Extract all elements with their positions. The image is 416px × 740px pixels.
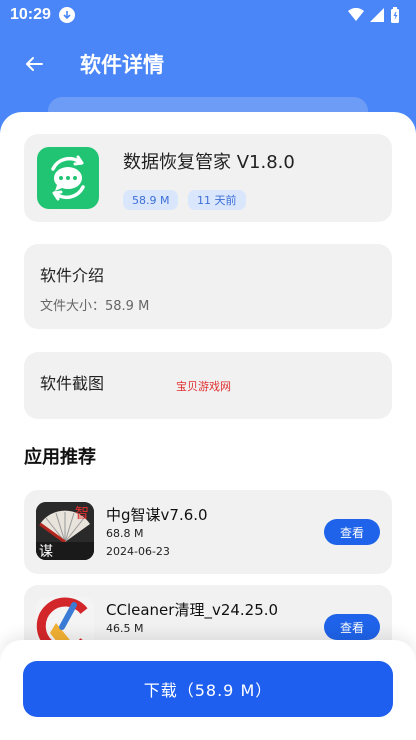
arrow-left-icon <box>26 57 43 71</box>
app-info-card: 数据恢复管家 V1.8.0 58.9 M 11 天前 <box>24 134 392 222</box>
watermark-text: 宝贝游戏网 <box>176 380 231 393</box>
status-bar: 10:29 <box>0 0 416 30</box>
signal-icon <box>370 8 384 22</box>
download-button[interactable]: 下载（58.9 M） <box>23 661 393 717</box>
status-time: 10:29 <box>10 6 51 23</box>
page-title: 软件详情 <box>80 53 164 77</box>
recommend-title: 应用推荐 <box>24 447 96 468</box>
download-notification-icon <box>58 7 75 23</box>
app-icon <box>37 147 99 209</box>
top-nav: 软件详情 <box>0 42 416 86</box>
screenshots-card: 软件截图 宝贝游戏网 <box>24 352 392 419</box>
recommend-name: CCleaner清理_v24.25.0 <box>106 601 279 619</box>
intro-title: 软件介绍 <box>40 266 105 285</box>
recommend-size: 68.8 M <box>106 527 144 540</box>
updated-badge: 11 天前 <box>188 190 246 210</box>
svg-text:谋: 谋 <box>39 544 53 560</box>
recommend-date: 2024-06-23 <box>106 545 170 558</box>
recommend-item[interactable]: 智 谋 中g智谋v7.6.0 68.8 M 2024-06-23 查看 <box>24 490 392 574</box>
size-badge: 58.9 M <box>123 190 179 210</box>
view-button[interactable]: 查看 <box>324 614 380 640</box>
fan-art-icon: 智 谋 <box>36 502 94 560</box>
view-button[interactable]: 查看 <box>324 519 380 545</box>
back-button[interactable] <box>22 52 46 76</box>
app-name: 数据恢复管家 V1.8.0 <box>123 152 295 173</box>
wifi-icon <box>348 8 364 21</box>
svg-text:智: 智 <box>75 506 89 522</box>
app-icon: 智 谋 <box>36 502 94 560</box>
recommend-name: 中g智谋v7.6.0 <box>106 506 208 524</box>
chat-sync-icon <box>51 155 85 201</box>
battery-icon <box>391 7 399 23</box>
file-size-text: 文件大小：58.9 M <box>40 299 150 314</box>
intro-card: 软件介绍 文件大小：58.9 M <box>24 244 392 329</box>
recommend-size: 46.5 M <box>106 622 144 635</box>
screenshots-title: 软件截图 <box>40 374 105 393</box>
